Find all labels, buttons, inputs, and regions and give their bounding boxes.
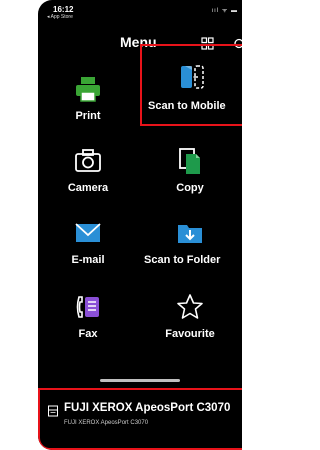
fax-icon (76, 296, 99, 318)
menu-item-email[interactable]: E-mail (38, 206, 138, 280)
copy-icon (179, 148, 200, 174)
menu-item-scan-to-mobile[interactable]: Scan to Mobile (140, 44, 242, 126)
menu-item-copy[interactable]: Copy (140, 134, 240, 208)
menu-item-label: E-mail (71, 254, 105, 266)
folder-download-icon (178, 225, 202, 243)
printer-icon (76, 77, 100, 102)
status-time: 16:12 (53, 5, 74, 14)
menu-item-label: Scan to Folder (144, 254, 221, 266)
menu-item-label: Scan to Mobile (148, 100, 226, 112)
status-indicators: ııl ᯤ ▬ (211, 8, 238, 14)
menu-item-label: Copy (176, 182, 204, 194)
menu-item-favourite[interactable]: Favourite (140, 280, 240, 354)
selected-device-bar[interactable]: FUJI XEROX ApeosPort C3070 FUJI XEROX Ap… (38, 388, 242, 450)
menu-item-label: Fax (78, 328, 98, 340)
scan-to-mobile-icon (181, 65, 204, 89)
back-to-app-store-link[interactable]: ◂ App Store (47, 14, 73, 20)
camera-icon (75, 149, 101, 172)
star-icon (177, 294, 203, 319)
status-bar: 16:12 ◂ App Store ııl ᯤ ▬ (38, 0, 242, 26)
menu-item-scan-to-folder[interactable]: Scan to Folder (140, 206, 240, 280)
menu-item-camera[interactable]: Camera (38, 134, 138, 208)
menu-item-print[interactable]: Print (38, 62, 138, 136)
device-model: FUJI XEROX ApeosPort C3070 (64, 420, 149, 426)
home-indicator (100, 379, 180, 382)
menu-item-fax[interactable]: Fax (38, 280, 138, 354)
device-name: FUJI XEROX ApeosPort C3070 (64, 402, 231, 414)
printer-device-icon (48, 405, 58, 417)
menu-item-label: Print (75, 110, 101, 122)
phone-screen: 16:12 ◂ App Store ııl ᯤ ▬ Menu Print Sca… (38, 0, 242, 450)
menu-item-label: Camera (67, 182, 109, 194)
menu-item-label: Favourite (165, 328, 215, 340)
mail-icon (75, 223, 101, 242)
